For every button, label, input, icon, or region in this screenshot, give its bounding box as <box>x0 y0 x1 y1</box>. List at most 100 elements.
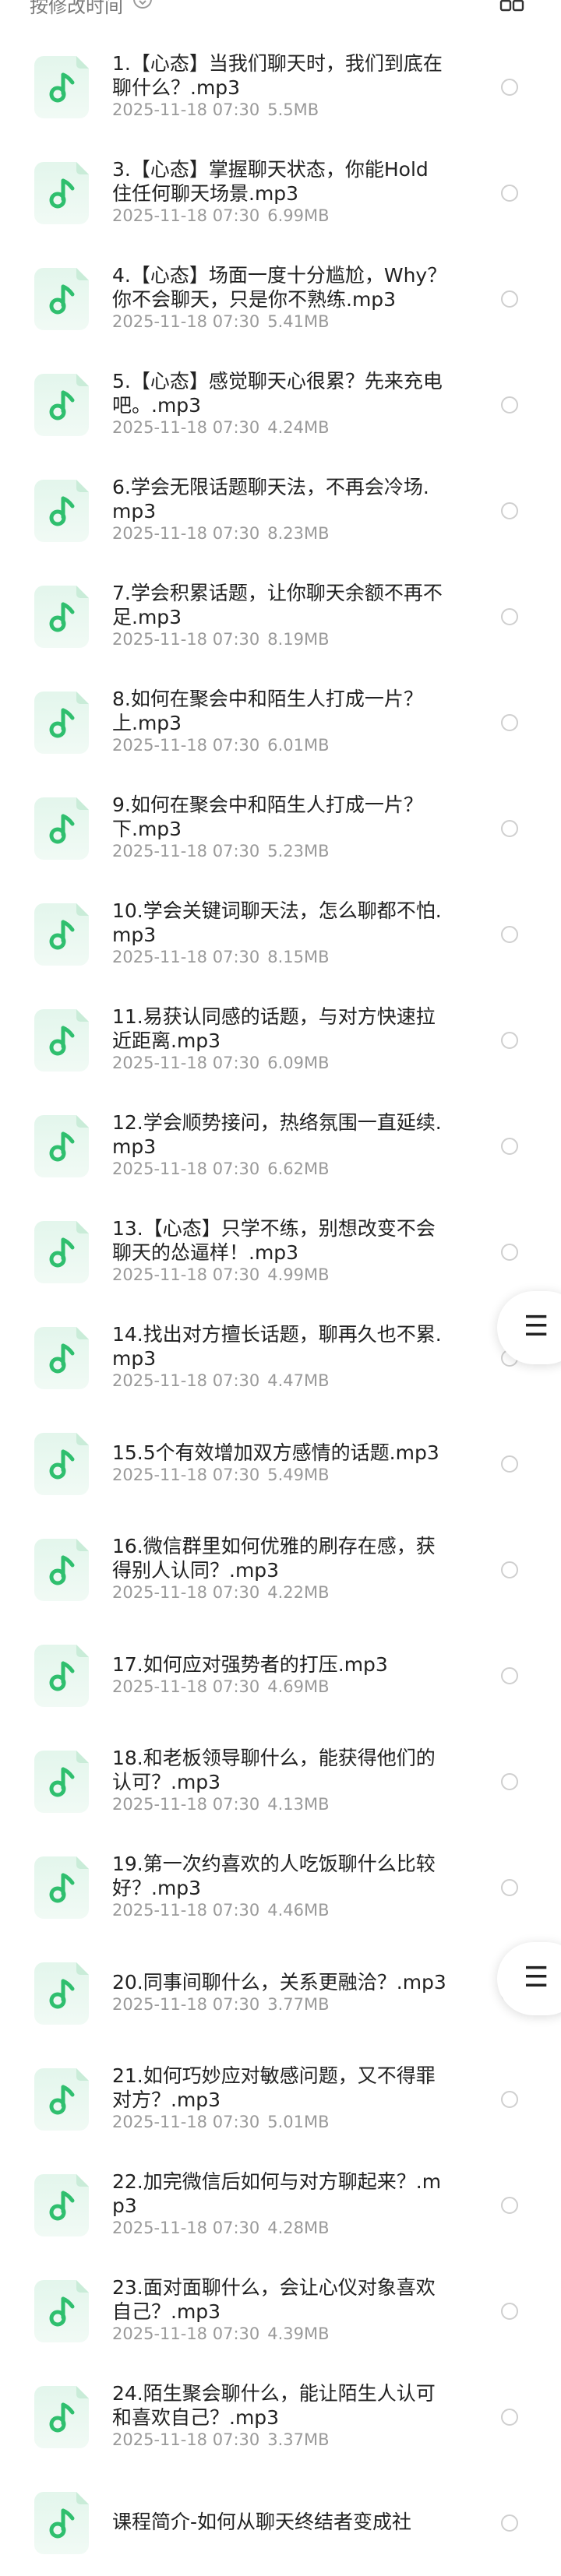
file-date: 2025-11-18 07:30 <box>112 1994 260 2014</box>
file-meta: 2025-11-18 07:30 4.22MB <box>112 1583 330 1602</box>
file-size: 3.77MB <box>267 1994 330 2014</box>
select-radio[interactable] <box>501 2091 518 2108</box>
music-note-icon <box>49 1555 75 1585</box>
file-date: 2025-11-18 07:30 <box>112 1677 260 1696</box>
file-size: 5.5MB <box>267 100 319 119</box>
file-row[interactable]: 1.【心态】当我们聊天时，我们到底在聊什么？.mp3 2025-11-18 07:… <box>0 34 561 140</box>
file-row[interactable]: 10.学会关键词聊天法，怎么聊都不怕.mp3 2025-11-18 07:30 8.… <box>0 882 561 987</box>
select-radio[interactable] <box>501 820 518 837</box>
select-radio[interactable] <box>501 1455 518 1473</box>
audio-file-thumbnail <box>34 1221 89 1283</box>
select-radio[interactable] <box>501 1244 518 1261</box>
select-radio[interactable] <box>501 1667 518 1684</box>
file-date: 2025-11-18 07:30 <box>112 1160 260 1178</box>
file-row[interactable]: 13.【心态】只学不练，别想改变不会聊天的怂逼样！.mp3 2025-11-18 … <box>0 1199 561 1305</box>
music-note-icon <box>49 178 75 209</box>
file-size: 4.47MB <box>267 1371 330 1390</box>
file-size: 4.13MB <box>267 1795 330 1814</box>
select-radio[interactable] <box>501 926 518 943</box>
file-date: 2025-11-18 07:30 <box>112 948 260 966</box>
file-row[interactable]: 3.【心态】掌握聊天状态，你能Hold住任何聊天场景.mp3 2025-11-18… <box>0 140 561 246</box>
grid-view-icon[interactable] <box>499 0 525 12</box>
hamburger-menu-icon: ☰ <box>524 1311 549 1343</box>
file-date: 2025-11-18 07:30 <box>112 1265 260 1284</box>
music-note-icon <box>49 2296 75 2327</box>
file-size: 6.09MB <box>267 1054 330 1072</box>
file-size: 4.24MB <box>267 418 330 437</box>
file-size: 8.19MB <box>267 630 330 649</box>
select-radio[interactable] <box>501 2303 518 2320</box>
file-meta: 2025-11-18 07:30 4.69MB <box>112 1677 330 1696</box>
file-row[interactable]: 21.如何巧妙应对敏感问题，又不得罪对方？.mp3 2025-11-18 07:3… <box>0 2046 561 2152</box>
file-row[interactable]: 4.【心态】场面一度十分尴尬，Why？你不会聊天，只是你不熟练.mp3 2025-… <box>0 246 561 352</box>
file-name: 10.学会关键词聊天法，怎么聊都不怕.mp3 <box>112 899 442 946</box>
file-size: 8.15MB <box>267 948 330 966</box>
select-radio[interactable] <box>501 396 518 413</box>
file-row[interactable]: 8.如何在聚会中和陌生人打成一片？上.mp3 2025-11-18 07:30 6.… <box>0 670 561 776</box>
sort-arrows-icon[interactable] <box>132 0 153 9</box>
file-row[interactable]: 6.学会无限话题聊天法，不再会冷场.mp3 2025-11-18 07:30 8.2… <box>0 458 561 564</box>
file-row[interactable]: 23.面对面聊什么，会让心仪对象喜欢自己？.mp3 2025-11-18 07:3… <box>0 2258 561 2364</box>
file-date: 2025-11-18 07:30 <box>112 630 260 649</box>
audio-file-thumbnail <box>34 1433 89 1495</box>
music-note-icon <box>49 814 75 844</box>
music-note-icon <box>49 1661 75 1691</box>
select-radio[interactable] <box>501 290 518 308</box>
sort-bar: 按修改时间 <box>0 0 561 17</box>
file-meta: 2025-11-18 07:30 8.19MB <box>112 630 330 649</box>
audio-file-thumbnail <box>34 1645 89 1707</box>
file-size: 5.41MB <box>267 312 330 331</box>
file-date: 2025-11-18 07:30 <box>112 736 260 755</box>
file-row[interactable]: 19.第一次约喜欢的人吃饭聊什么比较好？.mp3 2025-11-18 07:30… <box>0 1835 561 1941</box>
music-note-icon <box>49 72 75 103</box>
file-date: 2025-11-18 07:30 <box>112 2430 260 2449</box>
file-row[interactable]: 9.如何在聚会中和陌生人打成一片？下.mp3 2025-11-18 07:30 5.… <box>0 776 561 882</box>
select-radio[interactable] <box>501 1032 518 1049</box>
file-meta: 2025-11-18 07:30 5.23MB <box>112 842 330 860</box>
file-row[interactable]: 12.学会顺势接问，热络氛围一直延续.mp3 2025-11-18 07:30 6.… <box>0 1093 561 1199</box>
select-radio[interactable] <box>501 1879 518 1896</box>
select-radio[interactable] <box>501 79 518 96</box>
file-row[interactable]: 22.加完微信后如何与对方聊起来？.mp3 2025-11-18 07:30 4.2… <box>0 2152 561 2258</box>
audio-file-thumbnail <box>34 2174 89 2236</box>
file-row[interactable]: 18.和老板领导聊什么，能获得他们的认可？.mp3 2025-11-18 07:3… <box>0 1729 561 1835</box>
select-radio[interactable] <box>501 502 518 519</box>
file-row[interactable]: 5.【心态】感觉聊天心很累？先来充电吧。.mp3 2025-11-18 07:30… <box>0 352 561 458</box>
file-row[interactable]: 20.同事间聊什么，关系更融洽？.mp3 2025-11-18 07:30 3.77… <box>0 1941 561 2046</box>
select-radio[interactable] <box>501 2409 518 2426</box>
file-row[interactable]: 14.找出对方擅长话题，聊再久也不累.mp3 2025-11-18 07:30 4.… <box>0 1305 561 1411</box>
select-radio[interactable] <box>501 608 518 625</box>
file-row[interactable]: 课程简介-如何从聊天终结者变成社 <box>0 2470 561 2576</box>
file-row[interactable]: 17.如何应对强势者的打压.mp3 2025-11-18 07:30 4.69MB <box>0 1623 561 1729</box>
file-row[interactable]: 16.微信群里如何优雅的刷存在感，获得别人认同？.mp3 2025-11-18 0… <box>0 1517 561 1623</box>
select-radio[interactable] <box>501 1138 518 1155</box>
file-row[interactable]: 7.学会积累话题，让你聊天余额不再不足.mp3 2025-11-18 07:30 8… <box>0 564 561 670</box>
file-meta: 2025-11-18 07:30 4.28MB <box>112 2219 330 2237</box>
file-size: 3.37MB <box>267 2430 330 2449</box>
audio-file-thumbnail <box>34 586 89 648</box>
file-row[interactable]: 15.5个有效增加双方感情的话题.mp3 2025-11-18 07:30 5.49… <box>0 1411 561 1517</box>
select-radio[interactable] <box>501 1773 518 1790</box>
file-row[interactable]: 24.陌生聚会聊什么，能让陌生人认可和喜欢自己？.mp3 2025-11-18 0… <box>0 2364 561 2470</box>
select-radio[interactable] <box>501 2197 518 2214</box>
music-note-icon <box>49 1873 75 1903</box>
file-date: 2025-11-18 07:30 <box>112 100 260 119</box>
audio-file-thumbnail <box>34 1962 89 2025</box>
music-note-icon <box>49 1449 75 1480</box>
audio-file-thumbnail <box>34 268 89 330</box>
file-meta: 2025-11-18 07:30 5.01MB <box>112 2113 330 2131</box>
select-radio[interactable] <box>501 714 518 731</box>
music-note-icon <box>49 1237 75 1268</box>
audio-file-thumbnail <box>34 162 89 224</box>
file-name: 17.如何应对强势者的打压.mp3 <box>112 1652 388 1676</box>
select-radio[interactable] <box>501 185 518 202</box>
music-note-icon <box>49 1767 75 1797</box>
sort-label[interactable]: 按修改时间 <box>30 0 123 17</box>
file-row[interactable]: 11.易获认同感的话题，与对方快速拉近距离.mp3 2025-11-18 07:3… <box>0 987 561 1093</box>
select-radio[interactable] <box>501 2514 518 2532</box>
music-note-icon <box>49 1131 75 1162</box>
select-radio[interactable] <box>501 1561 518 1578</box>
music-note-icon <box>49 1026 75 1056</box>
audio-file-thumbnail <box>34 2280 89 2342</box>
file-meta: 2025-11-18 07:30 4.24MB <box>112 418 330 437</box>
